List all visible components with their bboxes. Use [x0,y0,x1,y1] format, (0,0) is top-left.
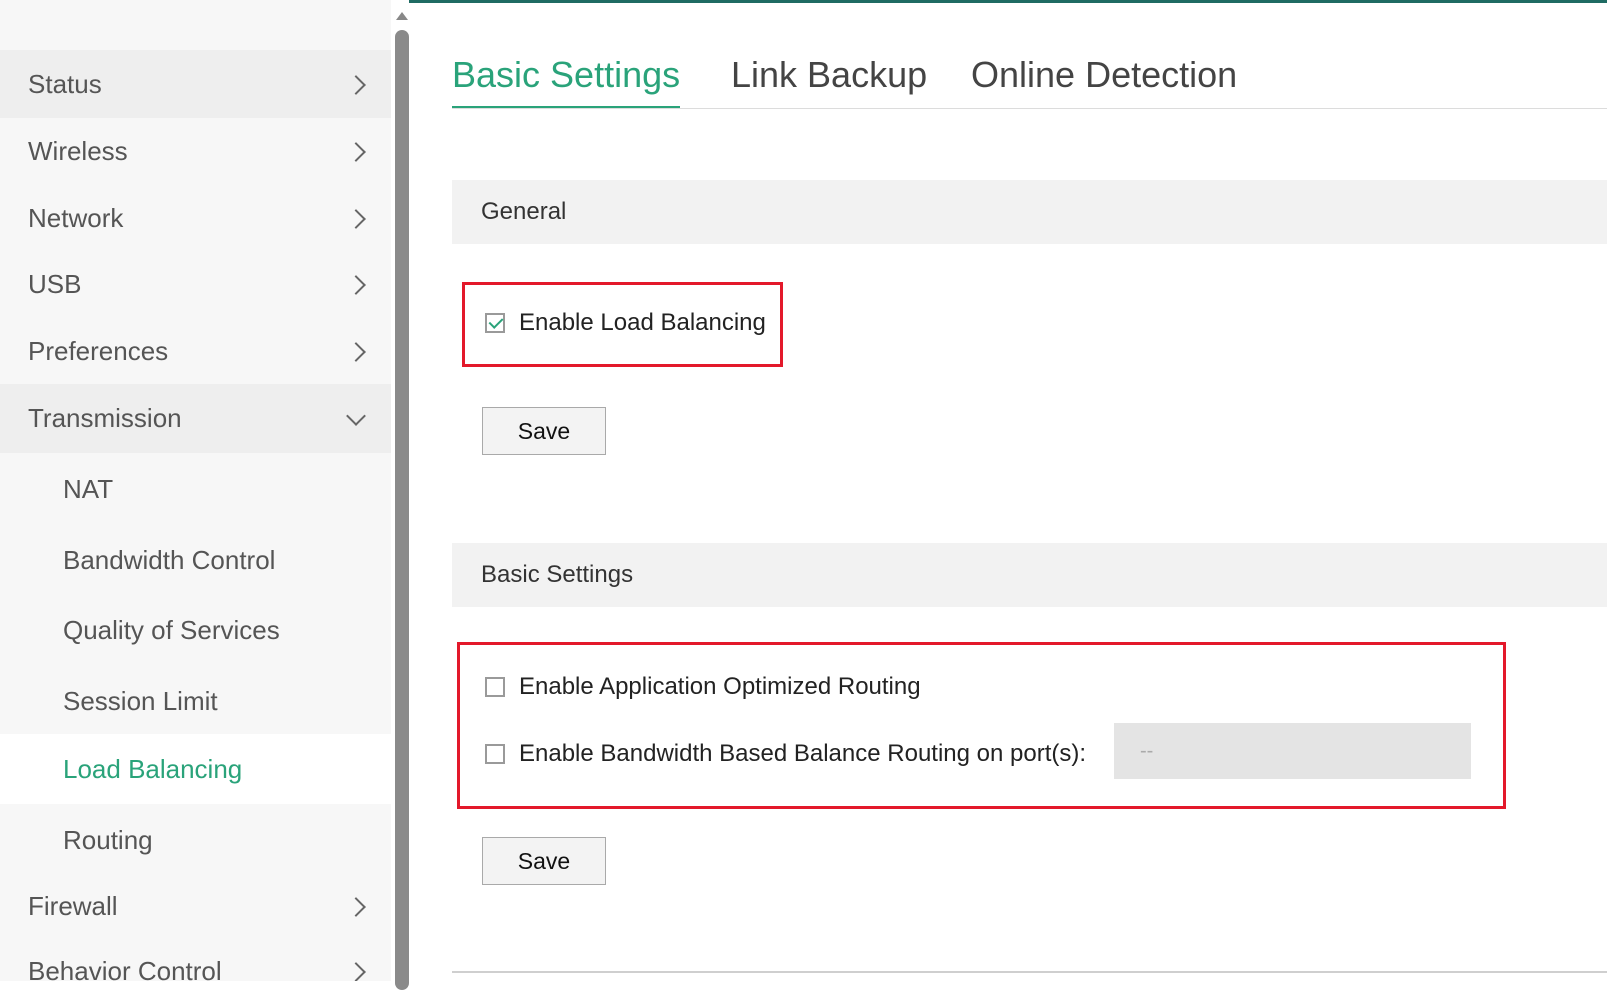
sidebar-item-label: Routing [63,824,153,855]
bottom-divider [452,971,1607,973]
bandwidth-balance-routing-checkbox[interactable] [485,744,505,764]
enable-load-balancing-checkbox[interactable] [485,313,505,333]
basic-settings-section-header: Basic Settings [452,543,1607,607]
sidebar-item-label: Session Limit [63,685,218,716]
sidebar-item-label: USB [28,268,82,299]
bandwidth-balance-routing-label: Enable Bandwidth Based Balance Routing o… [519,740,1087,767]
save-button-basic-settings[interactable]: Save [482,837,606,885]
sidebar-nav: Status Wireless Network USB Preferences … [0,0,391,981]
chevron-down-icon [346,405,366,426]
tab-bar: Basic Settings Link Backup Online Detect… [452,54,1607,109]
sidebar-item-network[interactable]: Network [0,184,391,252]
chevron-right-icon [346,962,366,981]
sidebar-item-label: Behavior Control [28,955,222,982]
sidebar-item-label: Transmission [28,403,182,433]
sidebar-item-transmission[interactable]: Transmission [0,384,391,453]
sidebar-item-quality-of-services[interactable]: Quality of Services [0,596,391,664]
enable-load-balancing-label: Enable Load Balancing [519,309,766,336]
bandwidth-balance-routing-row: Enable Bandwidth Based Balance Routing o… [485,740,1086,768]
sidebar-item-label: Firewall [28,890,118,921]
sidebar-item-label: Wireless [28,135,128,166]
sidebar-item-label: Status [28,68,102,99]
tab-basic-settings[interactable]: Basic Settings [452,54,681,108]
chevron-right-icon [346,142,366,162]
sidebar-item-preferences[interactable]: Preferences [0,317,391,385]
sidebar-item-bandwidth-control[interactable]: Bandwidth Control [0,526,391,594]
chevron-right-icon [346,75,366,95]
sidebar-item-load-balancing[interactable]: Load Balancing [0,734,391,804]
sidebar-item-label: Network [28,202,124,233]
enable-load-balancing-row: Enable Load Balancing [485,309,766,337]
tab-online-detection[interactable]: Online Detection [971,54,1237,106]
sidebar-item-status[interactable]: Status [0,50,391,118]
sidebar-scrollbar-thumb[interactable] [395,30,409,990]
save-button-general[interactable]: Save [482,407,606,455]
sidebar-item-label: Load Balancing [63,753,243,784]
sidebar-item-session-limit[interactable]: Session Limit [0,667,391,735]
chevron-right-icon [346,209,366,229]
app-optimized-routing-checkbox[interactable] [485,677,505,697]
ports-select[interactable]: -- [1114,723,1471,779]
sidebar-item-nat[interactable]: NAT [0,455,391,523]
app-optimized-routing-row: Enable Application Optimized Routing [485,673,921,701]
chevron-right-icon [346,897,366,917]
sidebar-item-routing[interactable]: Routing [0,806,391,874]
tab-link-backup[interactable]: Link Backup [731,54,927,106]
scroll-up-arrow-icon[interactable] [396,12,408,20]
sidebar-item-label: NAT [63,473,114,504]
sidebar-item-wireless[interactable]: Wireless [0,117,391,185]
sidebar-item-firewall[interactable]: Firewall [0,872,391,940]
app-optimized-routing-label: Enable Application Optimized Routing [519,673,921,700]
sidebar-item-label: Quality of Services [63,614,280,645]
sidebar-item-label: Preferences [28,335,169,366]
general-section-header: General [452,180,1607,244]
sidebar-item-behavior-control[interactable]: Behavior Control [0,937,391,981]
chevron-right-icon [346,342,366,362]
sidebar-item-usb[interactable]: USB [0,250,391,318]
chevron-right-icon [346,275,366,295]
sidebar-item-label: Bandwidth Control [63,544,276,575]
